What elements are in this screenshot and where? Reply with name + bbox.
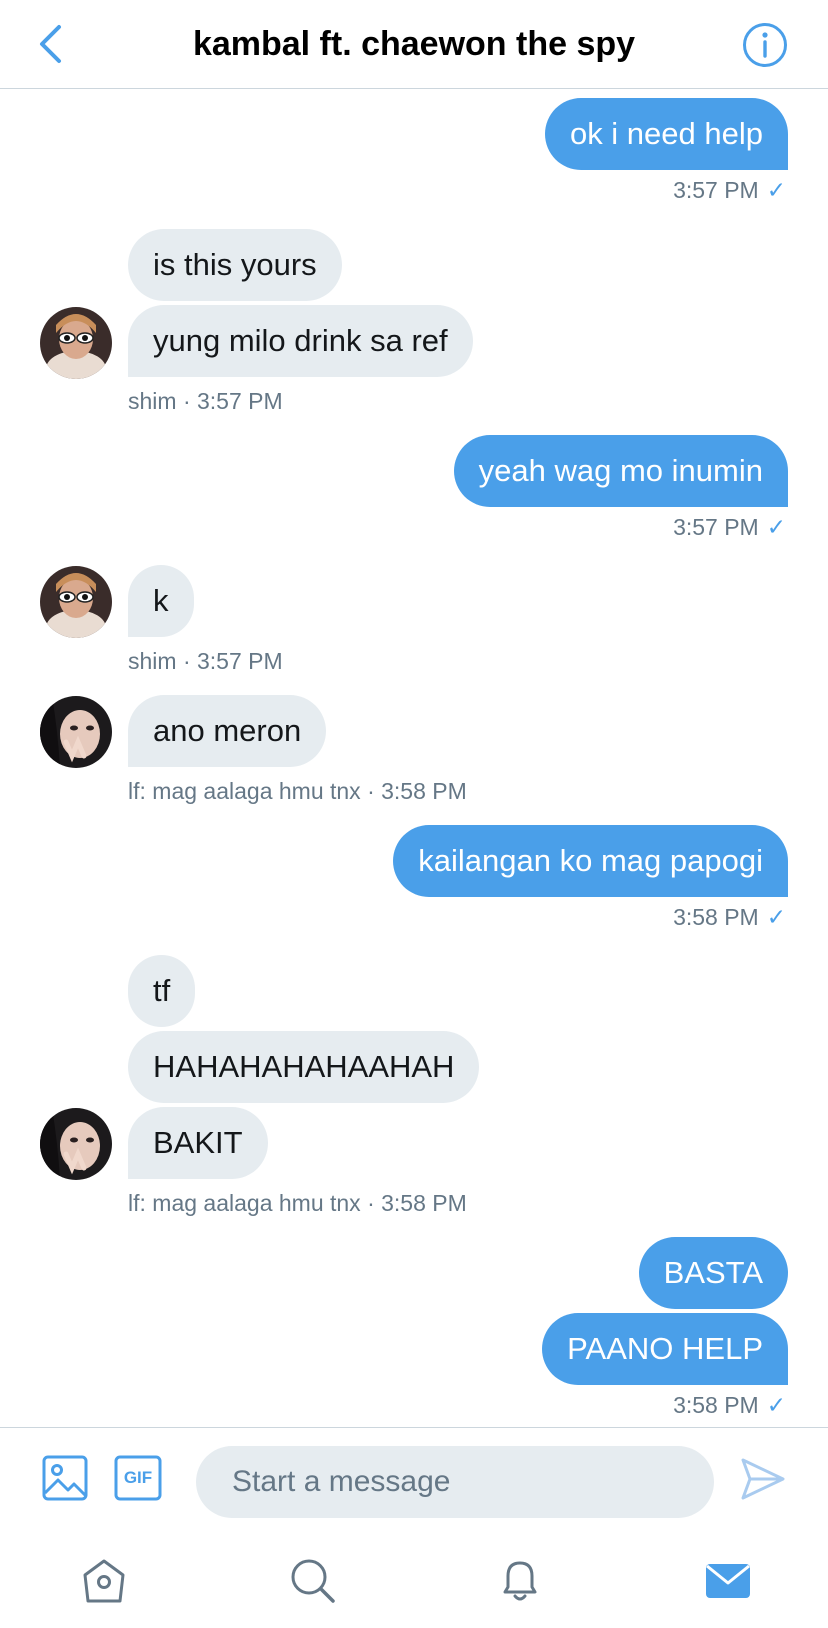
- mail-icon: [706, 1564, 750, 1598]
- back-button[interactable]: [28, 18, 72, 70]
- image-icon: [42, 1455, 88, 1501]
- home-icon: [83, 1559, 125, 1603]
- incoming-message[interactable]: ano meron: [128, 695, 327, 767]
- message-timestamp: 3:58 PM ✓: [673, 1392, 786, 1418]
- conversation-header: kambal ft. chaewon the spy: [0, 0, 828, 89]
- outgoing-message[interactable]: ok i need help: [544, 98, 788, 170]
- message-meta: shim · 3:57 PM: [128, 388, 283, 414]
- message-timestamp: 3:57 PM ✓: [673, 514, 786, 540]
- info-icon: [743, 23, 787, 67]
- read-check-icon: ✓: [766, 904, 786, 930]
- read-check-icon: ✓: [766, 1392, 786, 1418]
- outgoing-message[interactable]: kailangan ko mag papogi: [393, 825, 788, 897]
- info-button[interactable]: [742, 22, 788, 68]
- outgoing-message[interactable]: PAANO HELP: [542, 1313, 788, 1385]
- chevron-left-icon: [40, 25, 61, 63]
- avatar[interactable]: [40, 696, 112, 768]
- photo-button[interactable]: [42, 1455, 88, 1501]
- incoming-message[interactable]: tf: [128, 955, 196, 1027]
- bell-icon: [503, 1561, 537, 1601]
- tab-home[interactable]: [78, 1554, 130, 1606]
- incoming-message[interactable]: HAHAHAHAHAAHAH: [128, 1031, 480, 1103]
- avatar[interactable]: [40, 1108, 112, 1180]
- message-meta: shim · 3:57 PM: [128, 648, 283, 674]
- avatar-image: [40, 1108, 112, 1180]
- incoming-message[interactable]: BAKIT: [128, 1107, 268, 1179]
- gif-button[interactable]: GIF: [114, 1455, 162, 1501]
- outgoing-message[interactable]: BASTA: [638, 1237, 788, 1309]
- incoming-message[interactable]: is this yours: [128, 229, 342, 301]
- message-input[interactable]: [196, 1446, 714, 1518]
- message-composer: GIF: [0, 1427, 828, 1528]
- message-thread[interactable]: ok i need help 3:57 PM ✓ is this yours yu…: [0, 89, 828, 1427]
- incoming-message[interactable]: k: [128, 565, 194, 637]
- incoming-message[interactable]: yung milo drink sa ref: [128, 305, 473, 377]
- avatar-image: [40, 307, 112, 379]
- avatar[interactable]: [40, 566, 112, 638]
- message-timestamp: 3:58 PM ✓: [673, 904, 786, 930]
- search-icon: [291, 1559, 335, 1603]
- gif-label: GIF: [123, 1468, 153, 1487]
- tab-messages[interactable]: [702, 1554, 754, 1606]
- message-timestamp: 3:57 PM ✓: [673, 177, 786, 203]
- tab-search[interactable]: [286, 1554, 338, 1606]
- outgoing-message[interactable]: yeah wag mo inumin: [453, 435, 788, 507]
- message-meta: lf: mag aalaga hmu tnx · 3:58 PM: [128, 1190, 467, 1216]
- conversation-title[interactable]: kambal ft. chaewon the spy: [100, 0, 728, 88]
- avatar[interactable]: [40, 307, 112, 379]
- bottom-tab-bar: [0, 1528, 828, 1628]
- read-check-icon: ✓: [766, 177, 786, 203]
- send-icon: [741, 1458, 785, 1500]
- message-meta: lf: mag aalaga hmu tnx · 3:58 PM: [128, 778, 467, 804]
- read-check-icon: ✓: [766, 514, 786, 540]
- avatar-image: [40, 566, 112, 638]
- send-button[interactable]: [740, 1456, 786, 1502]
- tab-notifications[interactable]: [494, 1554, 546, 1606]
- avatar-image: [40, 696, 112, 768]
